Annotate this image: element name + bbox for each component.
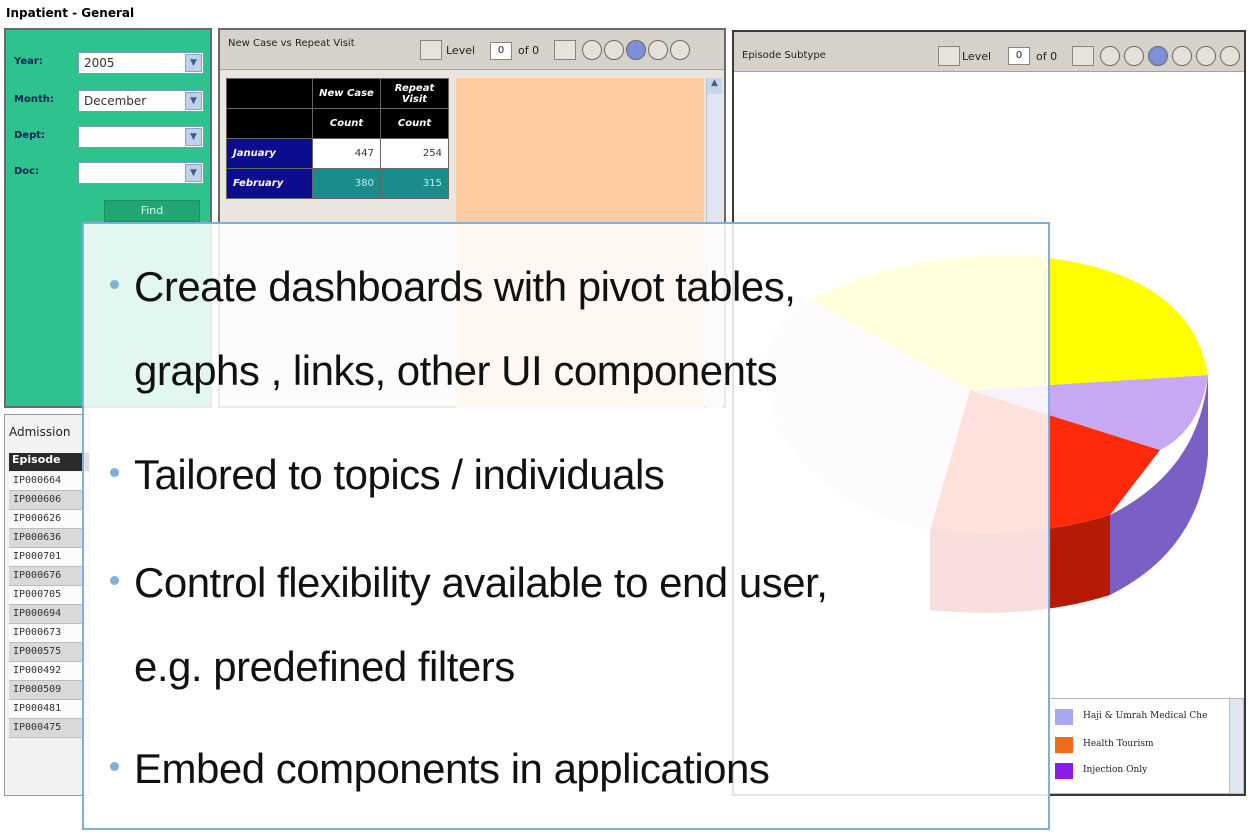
doc-filter: Doc: ▼ <box>10 162 206 184</box>
chevron-down-icon[interactable]: ▼ <box>185 92 202 110</box>
vertical-scrollbar[interactable] <box>1229 699 1243 793</box>
pivot-corner <box>226 78 313 109</box>
pivot-icon[interactable] <box>604 40 624 60</box>
year-value: 2005 <box>84 56 115 70</box>
month-filter: Month: December ▼ <box>10 90 206 112</box>
list-item[interactable]: IP000694 <box>9 605 89 624</box>
pivot-panel-header: New Case vs Repeat Visit Level 0 of 0 <box>220 30 724 70</box>
level-down-button[interactable] <box>938 46 960 66</box>
level-of-label: of 0 <box>518 44 540 57</box>
year-label: Year: <box>14 56 43 67</box>
page-title: Inpatient - General <box>6 6 135 20</box>
list-item[interactable]: IP000509 <box>9 681 89 700</box>
bullet-line: Embed components in applications <box>134 745 770 792</box>
month-select[interactable]: December ▼ <box>78 90 204 112</box>
table-row[interactable]: February 380 315 <box>226 168 449 199</box>
print-icon[interactable] <box>1220 46 1240 66</box>
drill-up-icon[interactable] <box>1100 46 1120 66</box>
info-icon[interactable] <box>1148 46 1168 66</box>
cell-new-case[interactable]: 447 <box>312 138 381 169</box>
level-input[interactable]: 0 <box>490 42 512 60</box>
legend-swatch <box>1055 709 1073 725</box>
dept-label: Dept: <box>14 130 46 141</box>
pivot-table: New Case Repeat Visit Count Count Januar… <box>226 78 449 199</box>
level-label: Level <box>962 50 992 63</box>
level-down-button[interactable] <box>420 40 442 60</box>
pie-legend: Haji & Umrah Medical Che Health Tourism … <box>1048 698 1244 794</box>
pivot-header-row: New Case Repeat Visit <box>226 78 449 109</box>
scroll-up-icon[interactable]: ▲ <box>707 78 722 94</box>
year-select[interactable]: 2005 ▼ <box>78 52 204 74</box>
bullet-icon <box>110 576 119 585</box>
bullet-line: e.g. predefined filters <box>134 643 515 690</box>
legend-label: Haji & Umrah Medical Che <box>1083 711 1208 721</box>
episode-panel-title: Episode Subtype <box>742 50 826 61</box>
episode-panel-header: Episode Subtype Level 0 of 0 <box>734 32 1244 72</box>
bullet-line: Create dashboards with pivot tables, <box>134 263 796 310</box>
export-icon[interactable] <box>1172 46 1192 66</box>
admission-panel: Admission Episode IP000664 IP000606 IP00… <box>4 414 90 796</box>
pivot-icon[interactable] <box>1124 46 1144 66</box>
chart-icon[interactable] <box>670 40 690 60</box>
column-header-repeat-visit[interactable]: Repeat Visit <box>380 78 449 109</box>
chevron-down-icon[interactable]: ▼ <box>185 128 202 146</box>
chevron-down-icon[interactable]: ▼ <box>185 54 202 72</box>
level-input[interactable]: 0 <box>1008 47 1030 65</box>
bullet-icon <box>110 468 119 477</box>
list-item[interactable]: IP000626 <box>9 510 89 529</box>
level-up-button[interactable] <box>1072 46 1094 66</box>
list-item[interactable]: IP000673 <box>9 624 89 643</box>
year-filter: Year: 2005 ▼ <box>10 52 206 74</box>
dept-select[interactable]: ▼ <box>78 126 204 148</box>
level-of-label: of 0 <box>1036 50 1058 63</box>
list-item[interactable]: IP000705 <box>9 586 89 605</box>
dept-filter: Dept: ▼ <box>10 126 206 148</box>
chevron-down-icon[interactable]: ▼ <box>185 164 202 182</box>
find-button[interactable]: Find <box>104 200 200 222</box>
month-label: Month: <box>14 94 54 105</box>
list-item[interactable]: IP000492 <box>9 662 89 681</box>
legend-swatch <box>1055 763 1073 779</box>
row-header-month[interactable]: January <box>226 138 313 169</box>
doc-label: Doc: <box>14 166 40 177</box>
level-label: Level <box>446 44 476 57</box>
table-row[interactable]: January 447 254 <box>226 138 449 169</box>
bullet-line: Tailored to topics / individuals <box>134 451 665 498</box>
subheader-count: Count <box>312 108 381 139</box>
list-item[interactable]: IP000575 <box>9 643 89 662</box>
legend-label: Health Tourism <box>1083 739 1154 749</box>
legend-label: Injection Only <box>1083 765 1148 775</box>
bullet-icon <box>110 762 119 771</box>
list-item[interactable]: IP000701 <box>9 548 89 567</box>
list-item[interactable]: IP000606 <box>9 491 89 510</box>
pivot-corner <box>226 108 313 139</box>
list-item[interactable]: IP000481 <box>9 700 89 719</box>
cell-new-case[interactable]: 380 <box>312 168 381 199</box>
chart-icon[interactable] <box>1196 46 1216 66</box>
admission-title: Admission <box>9 425 71 439</box>
bullet-line: graphs , links, other UI components <box>134 347 778 394</box>
list-item[interactable]: IP000475 <box>9 719 89 738</box>
subheader-count: Count <box>380 108 449 139</box>
cell-repeat-visit[interactable]: 254 <box>380 138 449 169</box>
legend-swatch <box>1055 737 1073 753</box>
pivot-subheader-row: Count Count <box>226 108 449 139</box>
doc-select[interactable]: ▼ <box>78 162 204 184</box>
drill-up-icon[interactable] <box>582 40 602 60</box>
list-item[interactable]: IP000676 <box>9 567 89 586</box>
row-header-month[interactable]: February <box>226 168 313 199</box>
month-value: December <box>84 94 147 108</box>
slide-overlay: Create dashboards with pivot tables, gra… <box>82 222 1050 830</box>
level-up-button[interactable] <box>554 40 576 60</box>
pivot-panel-title: New Case vs Repeat Visit <box>228 38 355 49</box>
column-header-new-case[interactable]: New Case <box>312 78 381 109</box>
bullet-line: Control flexibility available to end use… <box>134 559 828 606</box>
column-header-episode[interactable]: Episode <box>9 453 89 471</box>
list-item[interactable]: IP000664 <box>9 472 89 491</box>
export-icon[interactable] <box>648 40 668 60</box>
bullet-icon <box>110 280 119 289</box>
info-icon[interactable] <box>626 40 646 60</box>
list-item[interactable]: IP000636 <box>9 529 89 548</box>
cell-repeat-visit[interactable]: 315 <box>380 168 449 199</box>
